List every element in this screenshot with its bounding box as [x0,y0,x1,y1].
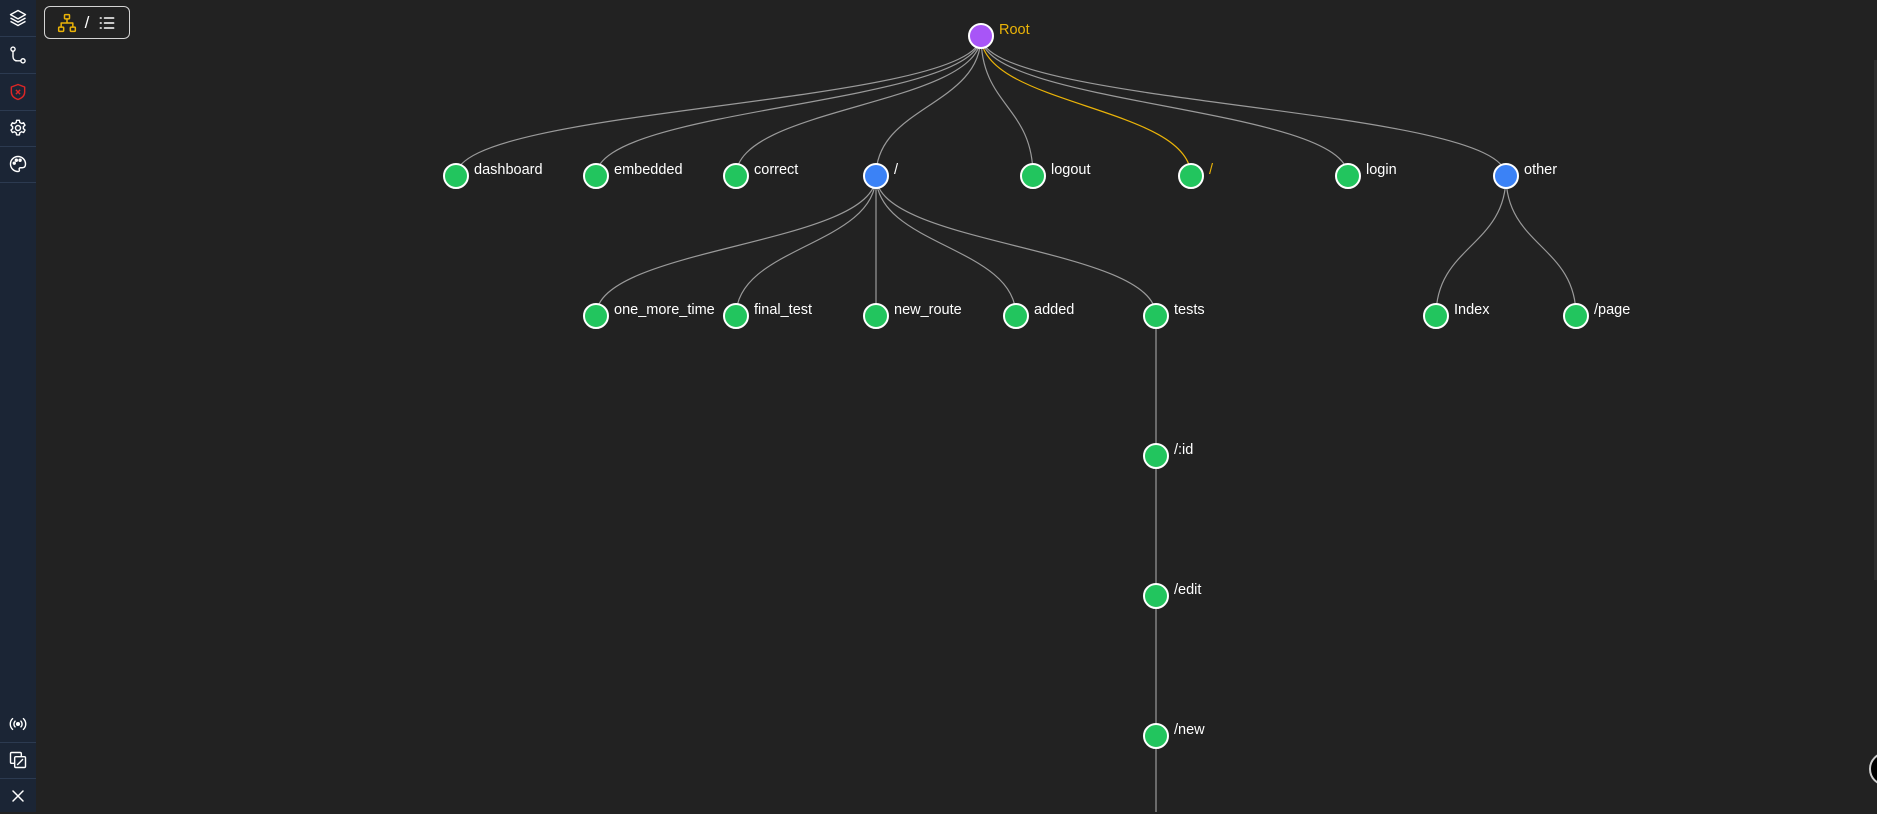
tree-edge [875,175,1017,317]
node-circle[interactable] [1143,303,1169,329]
tree-node-added[interactable]: added [1003,302,1074,329]
node-circle[interactable] [1493,163,1519,189]
tree-edge [595,35,982,177]
node-label: correct [754,162,798,178]
tree-node-root[interactable]: Root [968,22,1030,49]
node-label: embedded [614,162,683,178]
tree-node-embedded[interactable]: embedded [583,162,683,189]
tree-node-slash-layout[interactable]: / [863,162,899,189]
tree-node-one_more_time[interactable]: one_more_time [583,302,715,329]
tree-edge [980,35,1192,177]
node-circle[interactable] [583,303,609,329]
tree-node-logout[interactable]: logout [1020,162,1091,189]
node-circle[interactable] [723,163,749,189]
node-label: Index [1454,302,1490,318]
tree-node-final_test[interactable]: final_test [723,302,812,329]
node-label: one_more_time [614,302,715,318]
node-label: dashboard [474,162,543,178]
tree-node-edit[interactable]: /edit [1143,582,1201,609]
tree-node-new[interactable]: /new [1143,722,1205,749]
tree-edge [735,35,982,177]
tree-edge [455,35,982,177]
node-circle[interactable] [583,163,609,189]
tree-edge [980,35,1507,177]
tree-node-tests[interactable]: tests [1143,302,1205,329]
node-circle[interactable] [1020,163,1046,189]
node-circle[interactable] [1178,163,1204,189]
tree-node-other[interactable]: other [1493,162,1557,189]
node-label: / [894,162,899,178]
tree-edge [595,175,877,317]
node-label: final_test [754,302,812,318]
node-label: added [1034,302,1074,318]
tree-node-id[interactable]: /:id [1143,442,1193,469]
node-circle[interactable] [1003,303,1029,329]
node-label: logout [1051,162,1091,178]
node-circle[interactable] [1563,303,1589,329]
tree-node-slash-page[interactable]: / [1178,162,1214,189]
node-label: /new [1174,722,1205,738]
node-label: /:id [1174,442,1193,458]
node-circle[interactable] [863,303,889,329]
tree-node-dashboard[interactable]: dashboard [443,162,543,189]
tree-edge [980,35,1349,177]
node-label: other [1524,162,1557,178]
tree-edge [1435,175,1507,317]
node-label: /edit [1174,582,1201,598]
node-circle[interactable] [1423,303,1449,329]
node-circle[interactable] [968,23,994,49]
tree-node-new_route[interactable]: new_route [863,302,962,329]
tree-edge [875,35,982,177]
node-circle[interactable] [1143,723,1169,749]
node-label: new_route [894,302,962,318]
tree-edge [1505,175,1577,317]
tree-node-index[interactable]: Index [1423,302,1490,329]
tree-node-correct[interactable]: correct [723,162,798,189]
tree-node-login[interactable]: login [1335,162,1397,189]
node-label: tests [1174,302,1205,318]
tree-node-page[interactable]: /page [1563,302,1630,329]
node-circle[interactable] [863,163,889,189]
node-label: login [1366,162,1397,178]
node-circle[interactable] [1335,163,1361,189]
route-tree: Root dashboard embedded correct / logout / logi… [443,22,1630,812]
node-circle[interactable] [443,163,469,189]
node-label: /page [1594,302,1630,318]
node-circle[interactable] [723,303,749,329]
node-circle[interactable] [1143,443,1169,469]
node-label: / [1209,162,1214,178]
tree-edge [875,175,1157,317]
tree-edge [735,175,877,317]
node-label: Root [999,22,1030,38]
node-circle[interactable] [1143,583,1169,609]
